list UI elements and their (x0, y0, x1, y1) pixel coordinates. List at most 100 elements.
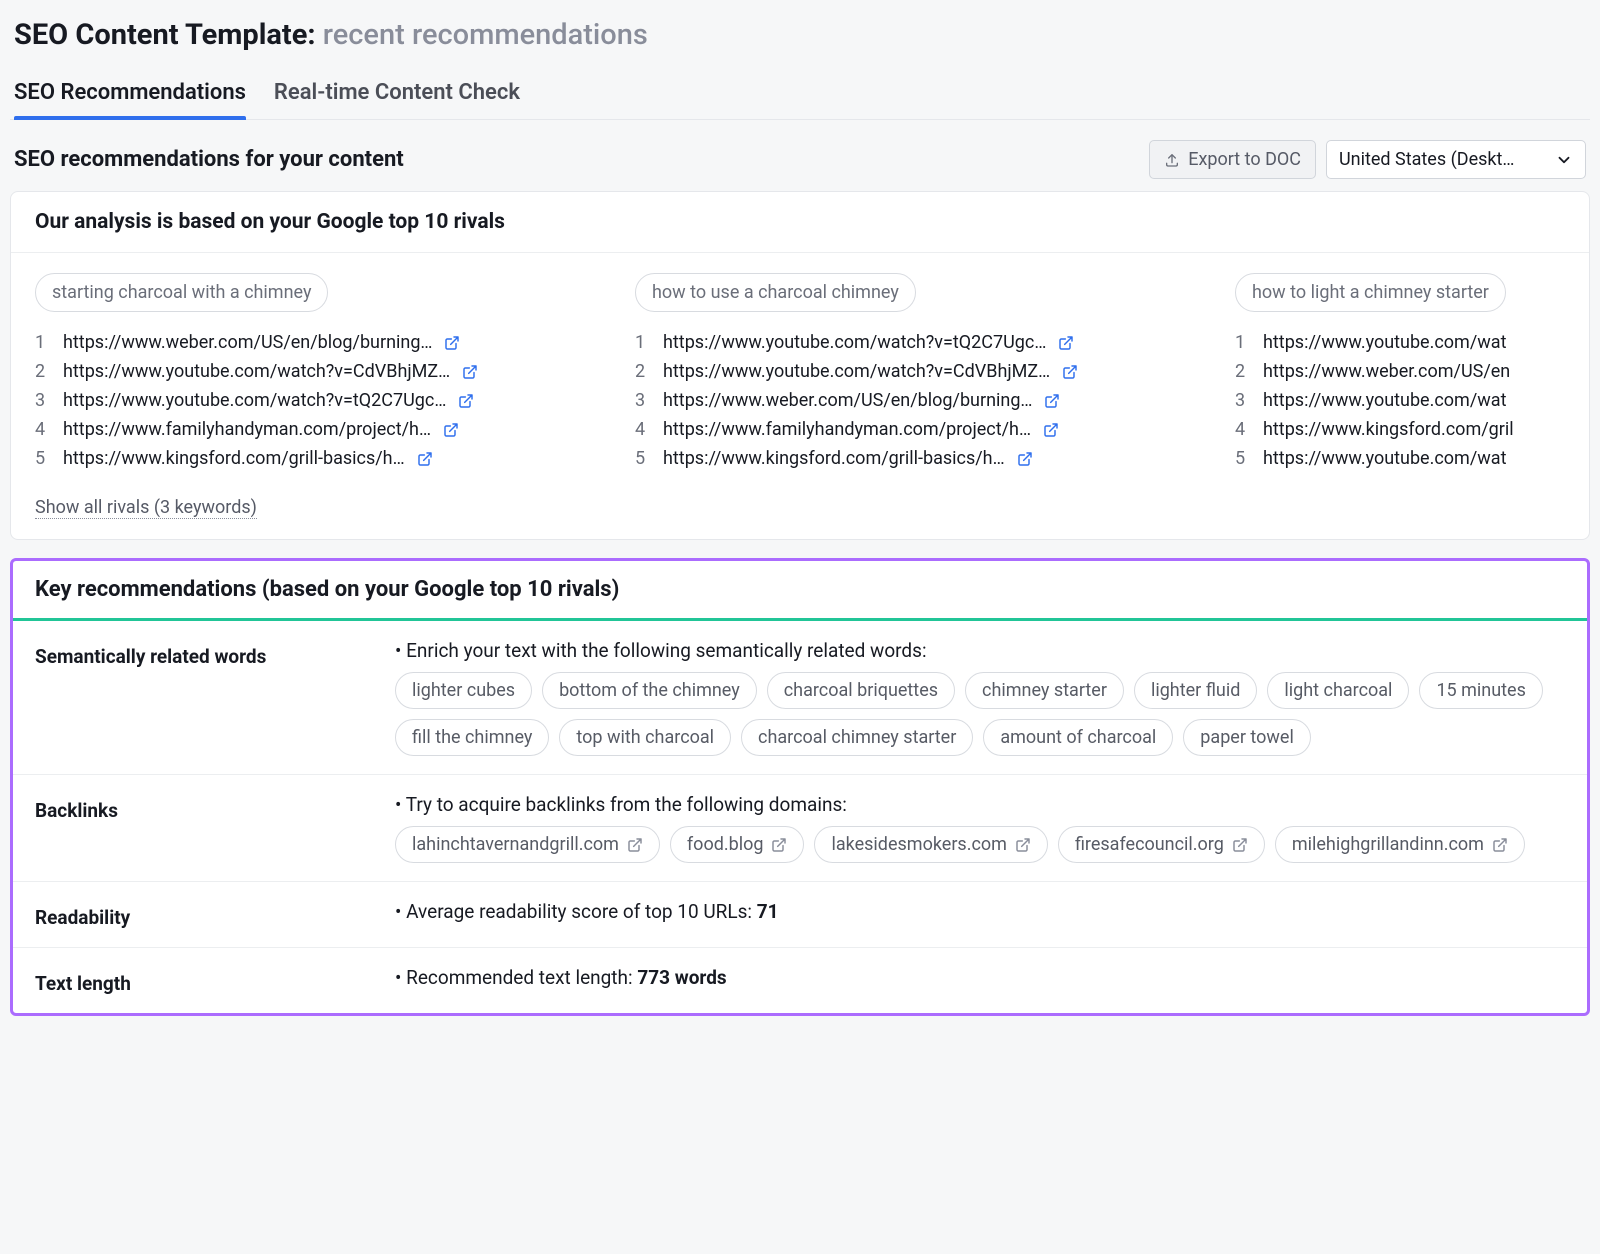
external-link-icon[interactable] (1043, 422, 1059, 438)
text-length-value: 773 words (637, 966, 726, 989)
tab-seo-recommendations[interactable]: SEO Recommendations (14, 70, 246, 119)
keyword-pill[interactable]: how to light a chimney starter (1235, 273, 1506, 312)
chip-label: lahinchtavernandgrill.com (412, 834, 619, 855)
semantic-word-chip[interactable]: top with charcoal (559, 719, 731, 756)
backlink-domain-chip[interactable]: firesafecouncil.org (1058, 826, 1265, 863)
rival-index: 5 (635, 448, 651, 469)
external-link-icon (1015, 837, 1031, 853)
rival-index: 4 (1235, 419, 1251, 440)
rival-link-row: 1https://www.youtube.com/watch?v=tQ2C7Ug… (635, 328, 1215, 357)
external-link-icon[interactable] (458, 393, 474, 409)
rival-url[interactable]: https://www.weber.com/US/en (1263, 361, 1510, 382)
external-link-icon[interactable] (444, 335, 460, 351)
rival-url[interactable]: https://www.kingsford.com/grill-basics/h… (63, 448, 405, 469)
rival-link-row: 2 https://www.weber.com/US/en (1235, 357, 1575, 386)
chip-label: food.blog (687, 834, 764, 855)
rival-link-row: 2 https://www.youtube.com/watch?v=CdVBhjM… (35, 357, 615, 386)
semantic-word-chip[interactable]: fill the chimney (395, 719, 549, 756)
rival-link-row: 5 https://www.kingsford.com/grill-basics/… (635, 444, 1215, 473)
rival-index: 2 (635, 361, 651, 382)
external-link-icon (627, 837, 643, 853)
external-link-icon[interactable] (443, 422, 459, 438)
region-select[interactable]: United States (Deskt… (1326, 140, 1586, 179)
rival-link-row: 5 https://www.youtube.com/wat (1235, 444, 1575, 473)
backlink-domain-chip[interactable]: lahinchtavernandgrill.com (395, 826, 660, 863)
show-all-rivals-link[interactable]: Show all rivals (3 keywords) (35, 497, 257, 519)
rival-url[interactable]: https://www.kingsford.com/gril (1263, 419, 1514, 440)
rival-url[interactable]: https://www.familyhandyman.com/project/h… (63, 419, 431, 440)
external-link-icon (1492, 837, 1508, 853)
chip-label: lakesidesmokers.com (831, 834, 1006, 855)
row-readability: Readability Average readability score of… (13, 882, 1587, 948)
row-lead-text: Recommended text length: (395, 966, 637, 989)
rival-index: 4 (635, 419, 651, 440)
row-label: Readability (35, 900, 375, 929)
row-text-length: Text length Recommended text length: 773… (13, 948, 1587, 1013)
row-label: Backlinks (35, 793, 375, 863)
external-link-icon[interactable] (417, 451, 433, 467)
external-link-icon[interactable] (1058, 335, 1074, 351)
keyword-pill[interactable]: how to use a charcoal chimney (635, 273, 916, 312)
semantic-word-chip[interactable]: 15 minutes (1419, 672, 1542, 709)
external-link-icon[interactable] (1062, 364, 1078, 380)
semantic-word-chip[interactable]: charcoal briquettes (767, 672, 955, 709)
keyword-pill[interactable]: starting charcoal with a chimney (35, 273, 328, 312)
semantic-word-chip[interactable]: lighter cubes (395, 672, 532, 709)
row-lead-text: Try to acquire backlinks from the follow… (395, 793, 847, 816)
external-link-icon[interactable] (1044, 393, 1060, 409)
rival-index: 5 (35, 448, 51, 469)
rival-url[interactable]: https://www.weber.com/US/en/blog/burning… (63, 332, 432, 353)
semantic-word-chip[interactable]: charcoal chimney starter (741, 719, 973, 756)
backlink-domain-chip[interactable]: food.blog (670, 826, 805, 863)
rival-url[interactable]: https://www.kingsford.com/grill-basics/h… (663, 448, 1005, 469)
title-subject: recent recommendations (323, 18, 648, 52)
rival-url[interactable]: https://www.youtube.com/wat (1263, 390, 1506, 411)
external-link-icon[interactable] (1017, 451, 1033, 467)
semantic-word-chip[interactable]: chimney starter (965, 672, 1124, 709)
rival-index: 3 (1235, 390, 1251, 411)
external-link-icon (771, 837, 787, 853)
tabs: SEO Recommendations Real-time Content Ch… (10, 70, 1590, 120)
rival-url[interactable]: https://www.weber.com/US/en/blog/burning… (663, 390, 1032, 411)
backlink-domain-chip[interactable]: milehighgrillandinn.com (1275, 826, 1525, 863)
rival-url[interactable]: https://www.youtube.com/watch?v=tQ2C7Ugc… (663, 332, 1046, 353)
backlink-domain-chip[interactable]: lakesidesmokers.com (814, 826, 1047, 863)
tab-realtime-content-check[interactable]: Real-time Content Check (274, 70, 520, 119)
readability-value: 71 (757, 900, 779, 923)
semantic-word-chip[interactable]: lighter fluid (1134, 672, 1257, 709)
rival-link-row: 4https://www.familyhandyman.com/project/… (35, 415, 615, 444)
rival-index: 3 (35, 390, 51, 411)
chip-label: firesafecouncil.org (1075, 834, 1224, 855)
rival-index: 1 (35, 332, 51, 353)
semantic-word-chip[interactable]: amount of charcoal (983, 719, 1173, 756)
key-recommendations-card: Key recommendations (based on your Googl… (10, 558, 1590, 1016)
rival-url[interactable]: https://www.youtube.com/watch?v=CdVBhjMZ… (663, 361, 1050, 382)
rival-url[interactable]: https://www.youtube.com/wat (1263, 332, 1506, 353)
semantic-word-chip[interactable]: bottom of the chimney (542, 672, 757, 709)
rival-link-row: 3https://www.weber.com/US/en/blog/burnin… (635, 386, 1215, 415)
rivals-card-title: Our analysis is based on your Google top… (11, 192, 1589, 253)
semantic-word-chip[interactable]: light charcoal (1267, 672, 1409, 709)
rival-link-row: 2 https://www.youtube.com/watch?v=CdVBhjM… (635, 357, 1215, 386)
export-label: Export to DOC (1188, 149, 1301, 170)
export-to-doc-button[interactable]: Export to DOC (1149, 140, 1316, 179)
row-lead-text: Average readability score of top 10 URLs… (395, 900, 757, 923)
rival-url[interactable]: https://www.youtube.com/watch?v=tQ2C7Ugc… (63, 390, 446, 411)
external-link-icon[interactable] (462, 364, 478, 380)
semantic-word-chip[interactable]: paper towel (1183, 719, 1311, 756)
chip-label: milehighgrillandinn.com (1292, 834, 1484, 855)
rival-url[interactable]: https://www.youtube.com/watch?v=CdVBhjMZ… (63, 361, 450, 382)
rival-url[interactable]: https://www.youtube.com/wat (1263, 448, 1506, 469)
chevron-down-icon (1555, 151, 1573, 169)
rival-url[interactable]: https://www.familyhandyman.com/project/h… (663, 419, 1031, 440)
rivals-card: Our analysis is based on your Google top… (10, 191, 1590, 540)
rival-link-row: 1 https://www.weber.com/US/en/blog/burnin… (35, 328, 615, 357)
rival-index: 2 (1235, 361, 1251, 382)
rival-index: 2 (35, 361, 51, 382)
rival-link-row: 3 https://www.youtube.com/wat (1235, 386, 1575, 415)
row-label: Text length (35, 966, 375, 995)
external-link-icon (1232, 837, 1248, 853)
rival-index: 1 (1235, 332, 1251, 353)
row-backlinks: Backlinks Try to acquire backlinks from … (13, 775, 1587, 882)
rival-index: 5 (1235, 448, 1251, 469)
